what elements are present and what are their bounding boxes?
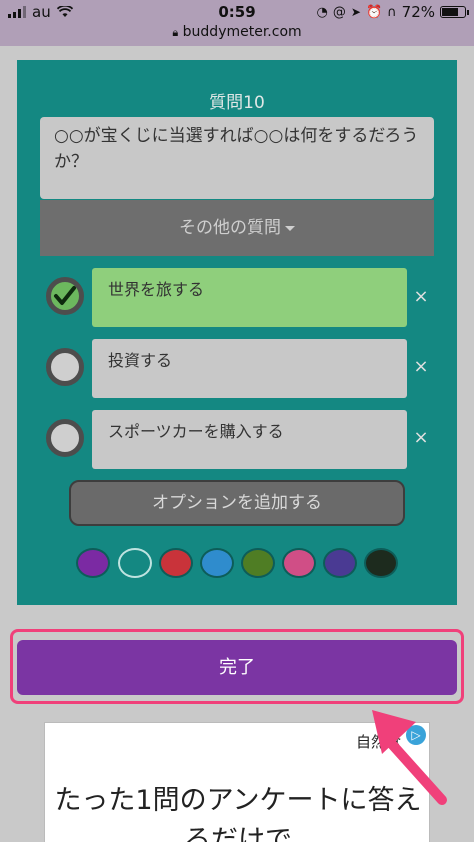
done-button[interactable]: 完了 <box>17 640 457 695</box>
color-swatch-black[interactable] <box>364 548 398 578</box>
status-bar: au 0:59 ◔ @ ➤ ⏰ ∩ 72% 🔒︎ buddymeter.com <box>0 0 474 46</box>
option-1-remove-icon[interactable]: × <box>413 286 429 307</box>
lock-rotation-icon: ◔ <box>316 4 328 20</box>
option-3-remove-icon[interactable]: × <box>413 427 429 448</box>
color-swatch-blue[interactable] <box>200 548 234 578</box>
color-swatch-teal[interactable] <box>118 548 152 578</box>
option-3-radio[interactable] <box>46 419 84 457</box>
color-swatch-purple[interactable] <box>76 548 110 578</box>
location-icon: ➤ <box>350 5 361 19</box>
battery-percent: 72% <box>401 3 435 21</box>
battery-icon <box>440 6 469 18</box>
add-option-button[interactable]: オプションを追加する <box>69 480 405 526</box>
option-3-field[interactable]: スポーツカーを購入する <box>92 410 407 469</box>
color-swatch-green[interactable] <box>241 548 275 578</box>
color-swatch-pink[interactable] <box>282 548 316 578</box>
question-text-field[interactable]: ○○が宝くじに当選すれば○○は何をするだろうか？ <box>40 117 434 199</box>
option-2-remove-icon[interactable]: × <box>413 356 429 377</box>
at-icon: @ <box>332 4 346 20</box>
checkmark-icon <box>54 286 76 305</box>
option-2-radio[interactable] <box>46 348 84 386</box>
alarm-icon: ⏰ <box>365 4 383 20</box>
other-questions-label: その他の質問 <box>179 218 281 238</box>
url-bar[interactable]: 🔒︎ buddymeter.com <box>0 24 474 40</box>
question-number: 質問10 <box>209 93 265 113</box>
color-swatch-red[interactable] <box>159 548 193 578</box>
arrow-annotation-icon <box>372 710 447 805</box>
other-questions-dropdown[interactable]: その他の質問 <box>40 200 434 256</box>
headphones-icon: ∩ <box>387 4 397 20</box>
color-swatch-indigo[interactable] <box>323 548 357 578</box>
lock-icon: 🔒︎ <box>172 26 179 39</box>
option-1-field[interactable]: 世界を旅する <box>92 268 407 327</box>
option-1-radio[interactable] <box>46 277 84 315</box>
option-2-field[interactable]: 投資する <box>92 339 407 398</box>
caret-down-icon <box>285 225 295 231</box>
url-text: buddymeter.com <box>182 24 302 40</box>
